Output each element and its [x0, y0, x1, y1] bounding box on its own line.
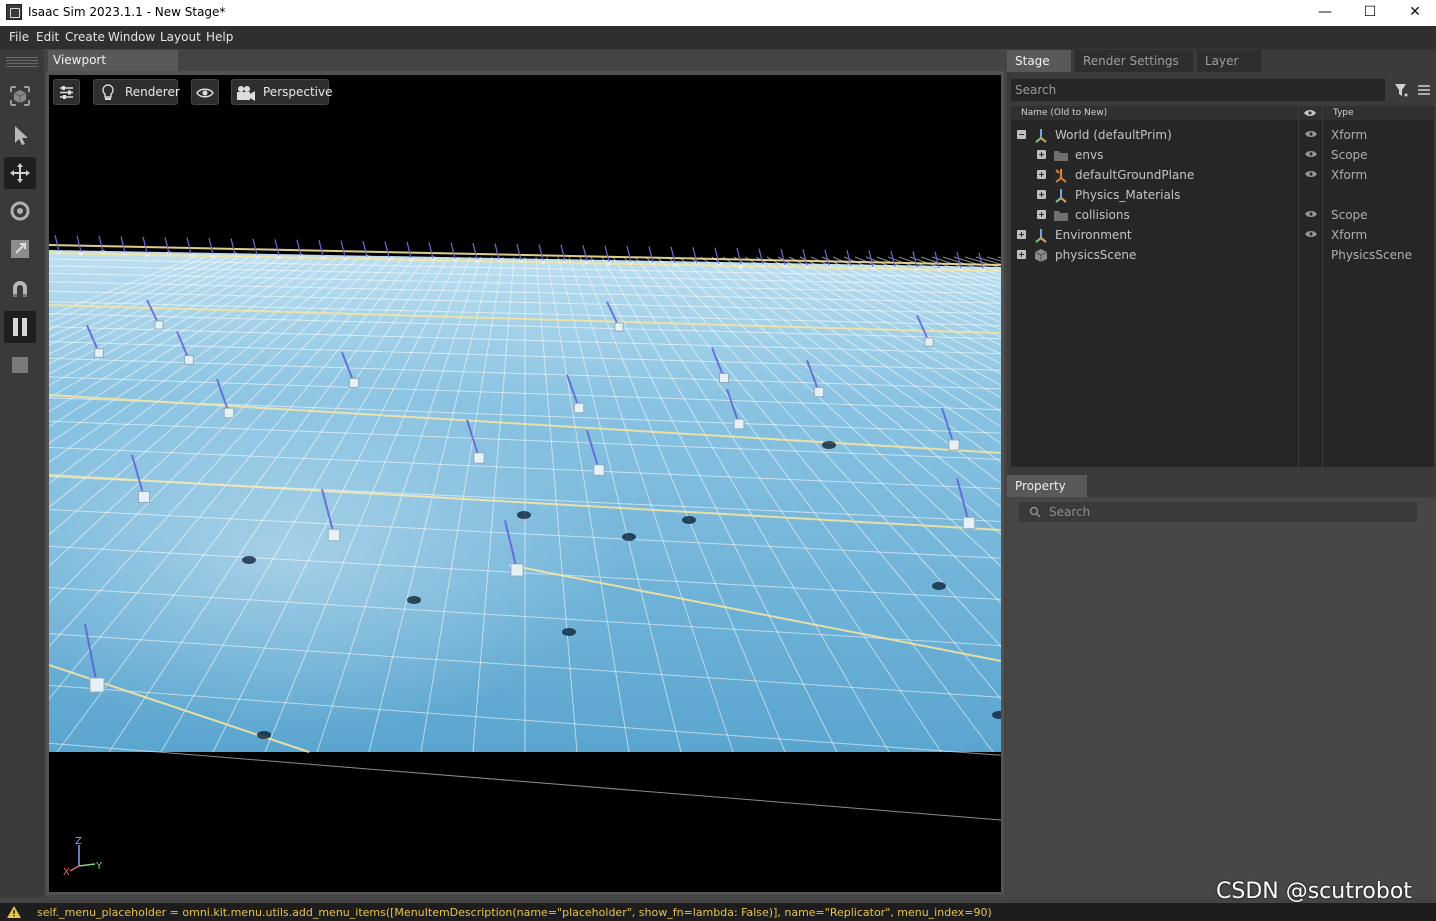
visibility-eye-icon[interactable] [1304, 169, 1318, 179]
tree-row-name: Physics_Materials [1075, 188, 1181, 202]
search-icon [1029, 506, 1041, 518]
tree-row-name: World (defaultPrim) [1055, 128, 1172, 142]
tree-row-type: Xform [1331, 228, 1368, 242]
tree-row-name: Environment [1055, 228, 1132, 242]
tab-layer[interactable]: Layer [1197, 50, 1261, 72]
expand-toggle[interactable] [1037, 170, 1046, 179]
folder-icon [1054, 211, 1068, 221]
status-bar: self._menu_placeholder = omni.kit.menu.u… [0, 903, 1436, 921]
visibility-eye-icon[interactable] [1304, 129, 1318, 139]
viewport-tab[interactable]: Viewport [48, 50, 178, 71]
expand-toggle[interactable] [1017, 230, 1026, 239]
tree-row[interactable]: physicsScene PhysicsScene [1011, 245, 1434, 265]
cube-icon[interactable] [4, 80, 36, 112]
tree-row-name: collisions [1075, 208, 1130, 222]
column-type-header[interactable]: Type [1333, 108, 1354, 118]
tree-row-type: Xform [1331, 168, 1368, 182]
collapse-toggle[interactable] [1017, 130, 1026, 139]
tree-row-type: PhysicsScene [1331, 248, 1412, 262]
visibility-eye-icon[interactable] [1304, 149, 1318, 159]
property-panel-body: Search [1007, 497, 1436, 897]
tab-stage[interactable]: Stage [1007, 50, 1071, 72]
tree-row-name: defaultGroundPlane [1075, 168, 1195, 182]
options-menu-icon[interactable] [1417, 83, 1431, 97]
stage-tree: Name (Old to New) Type World (defaultPri… [1011, 106, 1434, 467]
stop-icon[interactable] [4, 349, 36, 381]
warning-icon [7, 906, 21, 918]
right-panel: Stage Render Settings Layer Search Name … [1007, 49, 1436, 897]
expand-toggle[interactable] [1037, 210, 1046, 219]
move-icon[interactable] [4, 157, 36, 189]
tree-row[interactable]: Physics_Materials [1011, 185, 1434, 205]
visibility-eye-icon[interactable] [1304, 229, 1318, 239]
filter-icon[interactable] [1393, 82, 1409, 98]
cube-prim-icon [1034, 249, 1048, 262]
toolbar-grip[interactable] [6, 57, 38, 67]
expand-toggle[interactable] [1017, 250, 1026, 259]
xform-icon [1035, 129, 1047, 143]
viewport-canvas[interactable]: Renderer Perspective Z X Y [49, 75, 1001, 892]
expand-toggle[interactable] [1037, 150, 1046, 159]
rotate-icon[interactable] [4, 195, 36, 227]
menu-help[interactable]: Help [206, 30, 233, 44]
tree-row-type: Xform [1331, 128, 1368, 142]
close-button[interactable]: ✕ [1392, 0, 1436, 26]
expand-toggle[interactable] [1037, 190, 1046, 199]
lightbulb-icon [102, 84, 114, 100]
tree-row[interactable]: World (defaultPrim) Xform [1011, 125, 1434, 145]
eye-icon [196, 88, 214, 98]
tab-render-settings[interactable]: Render Settings [1075, 50, 1193, 72]
title-bar: Isaac Sim 2023.1.1 - New Stage* — ☐ ✕ [0, 0, 1436, 26]
column-name-header[interactable]: Name (Old to New) [1021, 108, 1107, 118]
settings-icon [60, 86, 73, 99]
viewport-settings-button[interactable] [53, 79, 80, 105]
app-icon [6, 4, 22, 20]
tree-header: Name (Old to New) Type [1011, 106, 1434, 120]
menu-window[interactable]: Window [108, 30, 155, 44]
scene-render [49, 235, 1001, 821]
pause-icon[interactable] [4, 311, 36, 343]
camera-perspective-button[interactable]: Perspective [231, 79, 333, 105]
menu-create[interactable]: Create [65, 30, 105, 44]
tree-row-type: Scope [1331, 148, 1368, 162]
xform-icon [1035, 229, 1047, 243]
snap-magnet-icon[interactable] [4, 273, 36, 305]
select-arrow-icon[interactable] [4, 119, 36, 151]
axis-z-label: Z [75, 836, 82, 847]
tab-property[interactable]: Property [1007, 475, 1087, 497]
tree-row[interactable]: Environment Xform [1011, 225, 1434, 245]
watermark: CSDN @scutrobot [1216, 879, 1412, 904]
window-title: Isaac Sim 2023.1.1 - New Stage* [28, 5, 226, 19]
visibility-eye-icon[interactable] [1304, 209, 1318, 219]
left-toolbar [0, 49, 44, 897]
tree-row[interactable]: collisions Scope [1011, 205, 1434, 225]
tree-row-type: Scope [1331, 208, 1368, 222]
status-message: self._menu_placeholder = omni.kit.menu.u… [37, 906, 992, 919]
renderer-label: Renderer [125, 85, 180, 99]
tree-row[interactable]: envs Scope [1011, 145, 1434, 165]
visibility-header-icon[interactable] [1303, 108, 1317, 118]
menu-edit[interactable]: Edit [36, 30, 59, 44]
menu-bar: File Edit Create Window Layout Help [0, 26, 1436, 49]
tree-row[interactable]: defaultGroundPlane Xform [1011, 165, 1434, 185]
axis-gizmo: Z X Y [63, 836, 103, 878]
xform-icon [1055, 189, 1067, 203]
minimize-button[interactable]: — [1302, 0, 1348, 26]
xform-ref-icon [1055, 169, 1067, 183]
tree-row-name: physicsScene [1055, 248, 1137, 262]
axis-x-label: X [63, 867, 70, 878]
menu-layout[interactable]: Layout [160, 30, 201, 44]
property-search-input[interactable]: Search [1019, 502, 1417, 522]
camera-icon [237, 86, 255, 101]
axis-y-label: Y [95, 861, 103, 872]
perspective-label: Perspective [263, 85, 333, 99]
renderer-button[interactable]: Renderer [93, 79, 180, 105]
folder-icon [1054, 151, 1068, 161]
menu-file[interactable]: File [9, 30, 29, 44]
scale-icon[interactable] [4, 233, 36, 265]
maximize-button[interactable]: ☐ [1347, 0, 1393, 26]
tree-row-name: envs [1075, 148, 1104, 162]
stage-search-input[interactable]: Search [1011, 79, 1385, 101]
visibility-button[interactable] [191, 79, 219, 105]
